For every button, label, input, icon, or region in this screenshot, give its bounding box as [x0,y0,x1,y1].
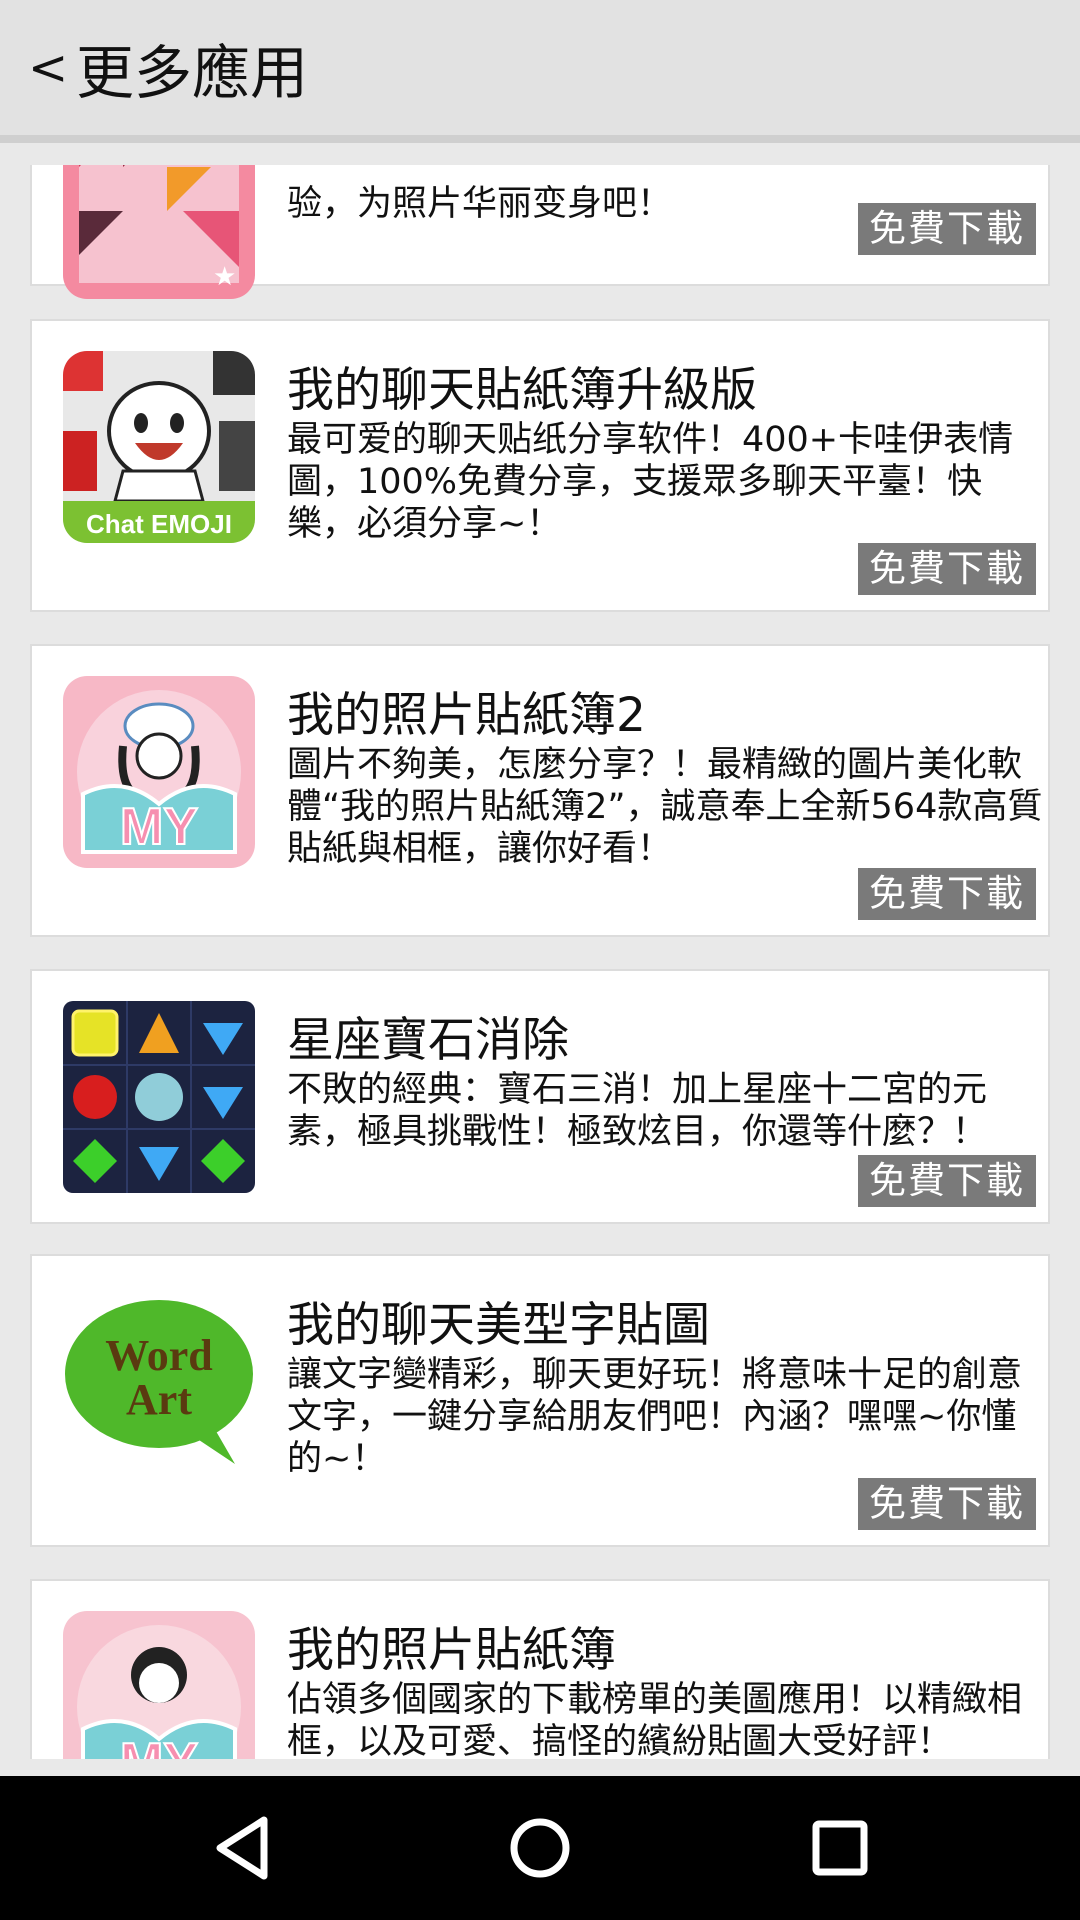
app-description: 最可爱的聊天贴纸分享软件！400+卡哇伊表情圖，100%免費分享，支援眾多聊天平… [287,420,1014,544]
app-name: 我的聊天貼紙簿升級版 [287,363,757,418]
app-description: 圖片不夠美，怎麼分享？！最精緻的圖片美化軟體“我的照片貼紙簿2”，誠意奉上全新5… [287,745,1043,869]
app-name: 我的照片貼紙簿 [287,1623,616,1678]
icon-label: MY [120,798,198,856]
app-card[interactable]: MY 我的照片貼紙簿2 圖片不夠美，怎麼分享？！最精緻的圖片美化軟體“我的照片貼… [30,644,1050,937]
page-title: 更多應用 [76,38,309,107]
navigation-bar [0,1776,1080,1920]
photo-sticker-icon: MY [63,676,255,868]
free-download-button[interactable]: 免費下載 [858,203,1036,255]
app-icon: ★ [63,165,255,299]
app-card[interactable]: 星座寶石消除 不敗的經典：寶石三消！加上星座十二宮的元素，極具挑戰性！極致炫目，… [30,969,1050,1224]
photo-sticker-icon: MY [63,1611,255,1759]
free-download-button[interactable]: 免費下載 [858,868,1036,920]
icon-label: MY [120,1733,198,1759]
icon-label: Chat EMOJI [86,509,232,539]
back-button[interactable]: < [28,40,68,96]
back-nav-icon[interactable] [192,1798,292,1898]
app-description: 不敗的經典：寶石三消！加上星座十二宮的元素，極具挑戰性！極致炫目，你還等什麼？！ [287,1070,988,1152]
recents-nav-icon[interactable] [790,1798,890,1898]
app-name: 我的聊天美型字貼圖 [287,1298,710,1353]
word-art-icon: Word Art [63,1286,255,1478]
app-name: 我的照片貼紙簿2 [287,688,646,743]
free-download-button[interactable]: 免費下載 [858,543,1036,595]
app-list[interactable]: ★ 验，为照片华丽变身吧！ 免費下載 Chat EMOJI 我的聊天貼紙簿升級版… [0,165,1080,1759]
svg-text:★: ★ [213,262,236,292]
app-description: 佔領多個國家的下載榜單的美圖應用！以精緻相框，以及可愛、搞怪的繽紛貼圖大受好評！ [287,1680,1023,1759]
free-download-button[interactable]: 免費下載 [858,1155,1036,1207]
app-header: < 更多應用 [0,0,1080,143]
chat-emoji-icon: Chat EMOJI [63,351,255,543]
svg-text:Word: Word [105,1331,213,1380]
app-card[interactable]: MY 我的照片貼紙簿 佔領多個國家的下載榜單的美圖應用！以精緻相框，以及可愛、搞… [30,1579,1050,1759]
svg-text:Art: Art [126,1375,192,1424]
app-description: 讓文字變精彩，聊天更好玩！將意味十足的創意文字，一鍵分享給朋友們吧！內涵？嘿嘿~… [287,1355,1023,1479]
gem-game-icon [63,1001,255,1193]
app-card[interactable]: Word Art 我的聊天美型字貼圖 讓文字變精彩，聊天更好玩！將意味十足的創意… [30,1254,1050,1547]
app-card[interactable]: Chat EMOJI 我的聊天貼紙簿升級版 最可爱的聊天贴纸分享软件！400+卡… [30,319,1050,612]
home-nav-icon[interactable] [490,1798,590,1898]
app-name: 星座寶石消除 [287,1013,569,1068]
free-download-button[interactable]: 免費下載 [858,1478,1036,1530]
app-card[interactable]: ★ 验，为照片华丽变身吧！ 免費下載 [30,165,1050,299]
